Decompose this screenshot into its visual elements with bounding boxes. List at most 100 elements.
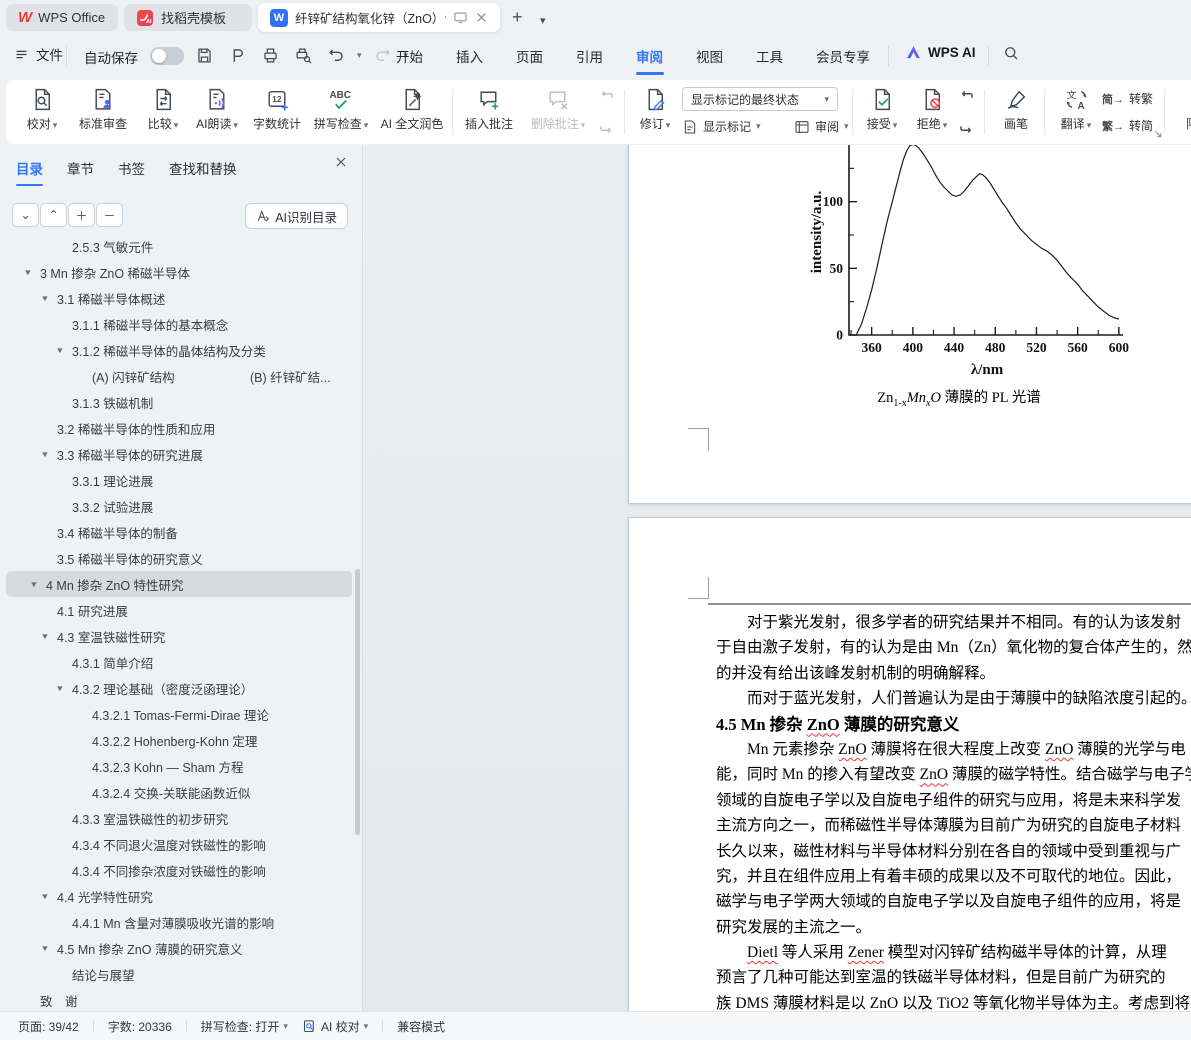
spellcheck-status[interactable]: 拼写检查: 打开 ▾ (201, 1018, 288, 1035)
ai-proof-status[interactable]: AI 校对 ▾ (302, 1018, 368, 1035)
doc-text-line[interactable]: Mn 元素掺杂 ZnO 薄膜将在很大程度上改变 ZnO 薄膜的光学与电 (716, 737, 1191, 762)
toc-item[interactable]: (A) 闪锌矿结构 (B) 纤锌矿结... (0, 363, 356, 389)
tab-list-chevron-icon[interactable]: ▾ (540, 10, 546, 32)
print-preview-icon[interactable] (291, 43, 315, 67)
toc-item[interactable]: ▼ 3.1.2 稀磁半导体的晶体结构及分类 (0, 337, 356, 363)
toc-item[interactable]: ▼ 3 Mn 掺杂 ZnO 稀磁半导体 (0, 259, 356, 285)
zoom-out-toc-button[interactable]: － (96, 203, 123, 227)
sidebar-tab[interactable]: 目录 (16, 158, 43, 186)
expand-all-button[interactable]: ⌃ (40, 203, 67, 227)
screen-share-icon[interactable] (453, 10, 468, 25)
menu-item[interactable]: 会员专享 (816, 46, 870, 66)
zoom-in-toc-button[interactable]: ＋ (68, 203, 95, 227)
doc-text-line[interactable]: 能，同时 Mn 的掺入有望改变 ZnO 薄膜的磁学特性。结合磁学与电子学 (716, 762, 1191, 787)
autosave-toggle[interactable] (150, 47, 184, 65)
toc-item[interactable]: 4.3.4 不同掺杂浓度对铁磁性的影响 (0, 857, 356, 883)
sidebar-tab[interactable]: 章节 (67, 158, 94, 178)
toc-item[interactable]: 4.3.2.1 Tomas-Fermi-Dirae 理论 (0, 701, 356, 727)
doc-text-line[interactable]: 而对于蓝光发射，人们普遍认为是由于薄膜中的缺陷浓度引起的。 (716, 686, 1191, 711)
toc-item[interactable]: 4.3.2.4 交换-关联能函数近似 (0, 779, 356, 805)
toc-collapse-arrow-icon[interactable]: ▼ (29, 580, 38, 589)
doc-heading-line[interactable]: 4.5 Mn 掺杂 ZnO 薄膜的研究意义 (716, 712, 1191, 737)
toc-item[interactable]: ▼ 4.5 Mn 掺杂 ZnO 薄膜的研究意义 (0, 935, 356, 961)
toc-item[interactable]: 3.3.1 理论进展 (0, 467, 356, 493)
toc-item[interactable]: 4.3.4 不同退火温度对铁磁性的影响 (0, 831, 356, 857)
sidebar-scrollbar[interactable] (355, 569, 360, 835)
close-tab-icon[interactable] (475, 11, 488, 24)
toc-item[interactable]: 3.3.2 试验进展 (0, 493, 356, 519)
translate-button[interactable]: 文 A 翻译 ▾ (1052, 85, 1100, 132)
to-simplified-button[interactable]: 繁→ 转简 (1102, 117, 1153, 134)
file-menu[interactable]: 文件 (14, 44, 63, 64)
doc-text-line[interactable]: 的并没有给出该峰发射机制的明确解释。 (716, 661, 1191, 686)
word-count-indicator[interactable]: 字数: 20336 (108, 1018, 172, 1035)
wps-ai-menu[interactable]: WPS AI (905, 44, 976, 61)
toc-item[interactable]: 结论与展望 (0, 961, 356, 987)
toc-item[interactable]: 3.1.3 铁磁机制 (0, 389, 356, 415)
toc-item[interactable]: ▼ 4.3.2 理论基础（密度泛函理论） (0, 675, 356, 701)
doc-text-line[interactable]: 主流方向之一，而稀磁性半导体薄膜为目前广为研究的自旋电子材料 (716, 813, 1191, 838)
markup-state-dropdown[interactable]: 显示标记的最终状态 ▾ (682, 87, 838, 111)
restrict-editing-button[interactable]: 限制 (1170, 85, 1191, 132)
toc-collapse-arrow-icon[interactable]: ▼ (40, 944, 49, 953)
doc-text-line[interactable]: Dietl 等人采用 Zener 模型对闪锌矿结构磁半导体的计算，从理 (716, 940, 1191, 965)
to-traditional-button[interactable]: 简→ 转繁 (1102, 90, 1153, 107)
compare-button[interactable]: 比较 ▾ (138, 85, 188, 132)
toc-item[interactable]: 致 谢 (0, 987, 356, 1012)
word-count-button[interactable]: 12 字数统计 (246, 85, 308, 132)
toc-item[interactable]: ▼ 4.4 光学特性研究 (0, 883, 356, 909)
toc-collapse-arrow-icon[interactable]: ▼ (40, 450, 49, 459)
tab-document[interactable]: W 纤锌矿结构氧化锌（ZnO）设 (258, 3, 500, 32)
toc-item[interactable]: 4.3.1 简单介绍 (0, 649, 356, 675)
toc-item[interactable]: ▼ 4.3 室温铁磁性研究 (0, 623, 356, 649)
collapse-all-button[interactable]: ⌄ (12, 203, 39, 227)
toc-collapse-arrow-icon[interactable]: ▼ (40, 294, 49, 303)
toc-item[interactable]: 3.2 稀磁半导体的性质和应用 (0, 415, 356, 441)
search-icon[interactable] (1002, 44, 1020, 62)
document-page-1[interactable]: 360 400 440 480 520 560 600 0 50 100 λ/nm intensity… (628, 145, 1191, 504)
spell-check-button[interactable]: ABC 拼写检查 ▾ (308, 85, 374, 132)
doc-text-line[interactable]: 究，并且在组件应用上有着丰硕的成果以及不可取代的地位。因此， (716, 864, 1191, 889)
menu-item[interactable]: 视图 (696, 46, 723, 66)
doc-text-line[interactable]: 研究发展的主流之一。 (716, 915, 1191, 940)
toc-item[interactable]: 4.3.3 室温铁磁性的初步研究 (0, 805, 356, 831)
toc-item[interactable]: ▼ 4 Mn 掺杂 ZnO 特性研究 (6, 571, 352, 597)
menu-item[interactable]: 引用 (576, 46, 603, 66)
pl-spectrum-chart[interactable]: 360 400 440 480 520 560 600 0 50 100 λ/nm intensity… (791, 145, 1151, 384)
doc-text-line[interactable]: 领域的自旋电子学以及自旋电子组件的研究与应用，将是未来科学发 (716, 788, 1191, 813)
toc-item[interactable]: 4.3.2.3 Kohn — Sham 方程 (0, 753, 356, 779)
toc-item[interactable]: 3.5 稀磁半导体的研究意义 (0, 545, 356, 571)
menu-item[interactable]: 工具 (756, 46, 783, 66)
page-indicator[interactable]: 页面: 39/42 (18, 1018, 79, 1035)
toc-item[interactable]: 2.5.3 气敏元件 (0, 233, 356, 259)
ai-recognize-toc-button[interactable]: AI识别目录 (245, 203, 348, 229)
doc-text-line[interactable]: 对于紫光发射，很多学者的研究结果并不相同。有的认为该发射 (716, 610, 1191, 635)
doc-text-line[interactable]: 长久以来，磁性材料与半导体材料分别在各自的领域中受到重视与广 (716, 839, 1191, 864)
print-icon[interactable] (258, 43, 282, 67)
toc-item[interactable]: 3.4 稀磁半导体的制备 (0, 519, 356, 545)
proofing-button[interactable]: 校对 ▾ (16, 85, 68, 132)
review-pane-button[interactable]: 审阅 ▾ (794, 118, 849, 135)
toc-item[interactable]: 4.3.2.2 Hohenberg-Kohn 定理 (0, 727, 356, 753)
accept-change-button[interactable]: 接受 ▾ (858, 85, 906, 132)
toc-item[interactable]: 4.4.1 Mn 含量对薄膜吸收光谱的影响 (0, 909, 356, 935)
menu-item[interactable]: 审阅 (636, 46, 663, 66)
figure-caption[interactable]: Zn1-xMnxO 薄膜的 PL 光谱 (749, 386, 1169, 409)
new-tab-button[interactable]: + (512, 6, 523, 28)
ai-polish-button[interactable]: AI 全文润色 (374, 85, 450, 132)
next-change-icon[interactable] (954, 113, 978, 137)
doc-text-line[interactable]: 磁学与电子学两大领域的自旋电子学以及自旋电子组件的应用，将是 (716, 889, 1191, 914)
sidebar-tab[interactable]: 查找和替换 (169, 158, 237, 178)
toc-item[interactable]: 3.1.1 稀磁半导体的基本概念 (0, 311, 356, 337)
menu-item[interactable]: 页面 (516, 46, 543, 66)
redo-icon[interactable] (371, 43, 395, 67)
sidebar-tab[interactable]: 书签 (118, 158, 145, 178)
reject-change-button[interactable]: 拒绝 ▾ (908, 85, 956, 132)
doc-text-line[interactable]: 预言了几种可能达到室温的铁磁半导体材料，但是目前广为研究的 (716, 965, 1191, 990)
toc-collapse-arrow-icon[interactable]: ▼ (55, 684, 64, 693)
ai-read-aloud-button[interactable]: AI朗读 ▾ (188, 85, 246, 132)
undo-icon[interactable] (324, 43, 348, 67)
save-icon[interactable] (192, 43, 216, 67)
track-changes-button[interactable]: 修订 ▾ (632, 85, 678, 132)
tab-docer-templates[interactable]: AI 找稻壳模板 (124, 4, 252, 31)
